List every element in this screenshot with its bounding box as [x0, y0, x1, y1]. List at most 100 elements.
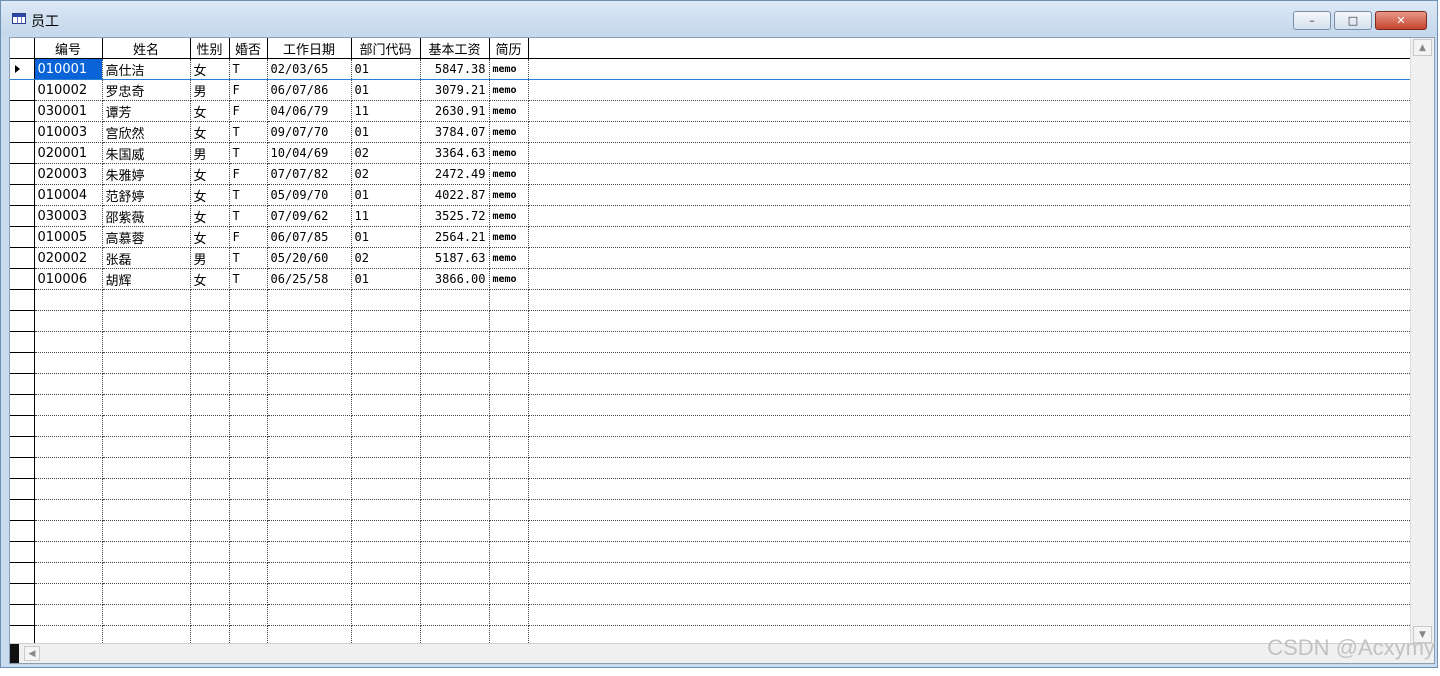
grid-cell[interactable]: [489, 352, 529, 374]
grid-cell[interactable]: [190, 352, 230, 374]
grid-cell[interactable]: 5187.63: [420, 247, 490, 269]
grid-cell[interactable]: [229, 436, 268, 458]
grid-cell[interactable]: memo: [489, 205, 529, 227]
grid-cell[interactable]: 朱国威: [102, 142, 191, 164]
record-selector[interactable]: [10, 478, 35, 500]
grid-cell[interactable]: [489, 541, 529, 563]
empty-row[interactable]: [10, 415, 1410, 437]
grid-cell[interactable]: 男: [190, 247, 230, 269]
scroll-up-icon[interactable]: ▲: [1413, 39, 1432, 56]
grid-cell[interactable]: T: [229, 58, 268, 80]
empty-row[interactable]: [10, 583, 1410, 605]
grid-cell[interactable]: memo: [489, 58, 529, 80]
grid-cell[interactable]: [229, 478, 268, 500]
grid-cell[interactable]: [190, 436, 230, 458]
grid-cell[interactable]: 02: [351, 163, 421, 185]
horizontal-scrollbar[interactable]: ◀: [10, 643, 1434, 663]
grid-cell[interactable]: 男: [190, 142, 230, 164]
grid-cell[interactable]: 010001: [34, 58, 103, 80]
grid-cell[interactable]: [34, 373, 103, 395]
grid-cell[interactable]: 女: [190, 163, 230, 185]
grid-cell[interactable]: [34, 583, 103, 605]
grid-cell[interactable]: [267, 583, 352, 605]
grid-cell[interactable]: [420, 289, 490, 311]
grid-cell[interactable]: [267, 499, 352, 521]
grid-cell[interactable]: 男: [190, 79, 230, 101]
grid-cell[interactable]: [420, 373, 490, 395]
column-header[interactable]: 部门代码: [351, 38, 421, 59]
record-selector[interactable]: [10, 373, 35, 395]
grid-cell[interactable]: 女: [190, 184, 230, 206]
grid-cell[interactable]: 张磊: [102, 247, 191, 269]
grid-cell[interactable]: memo: [489, 100, 529, 122]
grid-cell[interactable]: [351, 289, 421, 311]
record-selector[interactable]: [10, 247, 35, 269]
record-selector[interactable]: [10, 100, 35, 122]
grid-cell[interactable]: [489, 562, 529, 584]
grid-cell[interactable]: [190, 499, 230, 521]
grid-cell[interactable]: [420, 436, 490, 458]
empty-row[interactable]: [10, 604, 1410, 626]
grid-cell[interactable]: [102, 478, 191, 500]
grid-cell[interactable]: [102, 520, 191, 542]
column-header[interactable]: 编号: [34, 38, 103, 59]
grid-cell[interactable]: 010003: [34, 121, 103, 143]
grid-cell[interactable]: 罗忠奇: [102, 79, 191, 101]
grid-cell[interactable]: [102, 625, 191, 644]
grid-cell[interactable]: [229, 310, 268, 332]
record-selector[interactable]: [10, 436, 35, 458]
record-selector[interactable]: [10, 121, 35, 143]
grid-cell[interactable]: [190, 457, 230, 479]
grid-cell[interactable]: [102, 352, 191, 374]
grid-cell[interactable]: [351, 583, 421, 605]
grid-cell[interactable]: [267, 373, 352, 395]
grid-cell[interactable]: [351, 499, 421, 521]
grid-cell[interactable]: [489, 499, 529, 521]
grid-cell[interactable]: [229, 394, 268, 416]
grid-cell[interactable]: 4022.87: [420, 184, 490, 206]
table-row[interactable]: 010004 范舒婷女 T 05/09/70 01 4022.87 memo: [10, 184, 1410, 206]
grid-cell[interactable]: [351, 373, 421, 395]
grid-cell[interactable]: [267, 436, 352, 458]
grid-cell[interactable]: memo: [489, 79, 529, 101]
empty-row[interactable]: [10, 499, 1410, 521]
table-row[interactable]: 010001 高仕洁女 T 02/03/65 01 5847.38 memo: [10, 58, 1410, 80]
record-selector[interactable]: [10, 394, 35, 416]
grid-cell[interactable]: [420, 415, 490, 437]
grid-cell[interactable]: 02: [351, 247, 421, 269]
empty-row[interactable]: [10, 520, 1410, 542]
grid-cell[interactable]: 030003: [34, 205, 103, 227]
grid-cell[interactable]: 胡辉: [102, 268, 191, 290]
grid-cell[interactable]: [229, 541, 268, 563]
record-selector[interactable]: [10, 79, 35, 101]
grid-cell[interactable]: [420, 352, 490, 374]
grid-cell[interactable]: F: [229, 79, 268, 101]
grid-cell[interactable]: 020001: [34, 142, 103, 164]
grid-cell[interactable]: [489, 310, 529, 332]
record-selector[interactable]: [10, 331, 35, 353]
record-selector[interactable]: [10, 268, 35, 290]
empty-row[interactable]: [10, 562, 1410, 584]
grid-cell[interactable]: 女: [190, 58, 230, 80]
grid-cell[interactable]: [34, 541, 103, 563]
grid-cell[interactable]: 女: [190, 100, 230, 122]
grid-cell[interactable]: [420, 604, 490, 626]
grid-cell[interactable]: [267, 457, 352, 479]
grid-cell[interactable]: [34, 310, 103, 332]
grid-cell[interactable]: 06/07/85: [267, 226, 352, 248]
grid-cell[interactable]: [102, 289, 191, 311]
grid-cell[interactable]: memo: [489, 184, 529, 206]
grid-cell[interactable]: [102, 604, 191, 626]
table-row[interactable]: 010005 高慕蓉女 F 06/07/85 01 2564.21 memo: [10, 226, 1410, 248]
grid-cell[interactable]: [229, 289, 268, 311]
grid-cell[interactable]: [267, 478, 352, 500]
grid-cell[interactable]: [102, 541, 191, 563]
grid-cell[interactable]: 女: [190, 205, 230, 227]
grid-cell[interactable]: [102, 562, 191, 584]
grid-cell[interactable]: [267, 331, 352, 353]
grid-cell[interactable]: [267, 625, 352, 644]
grid-cell[interactable]: [351, 310, 421, 332]
grid-cell[interactable]: [190, 583, 230, 605]
grid-cell[interactable]: 11: [351, 205, 421, 227]
grid-cell[interactable]: 04/06/79: [267, 100, 352, 122]
